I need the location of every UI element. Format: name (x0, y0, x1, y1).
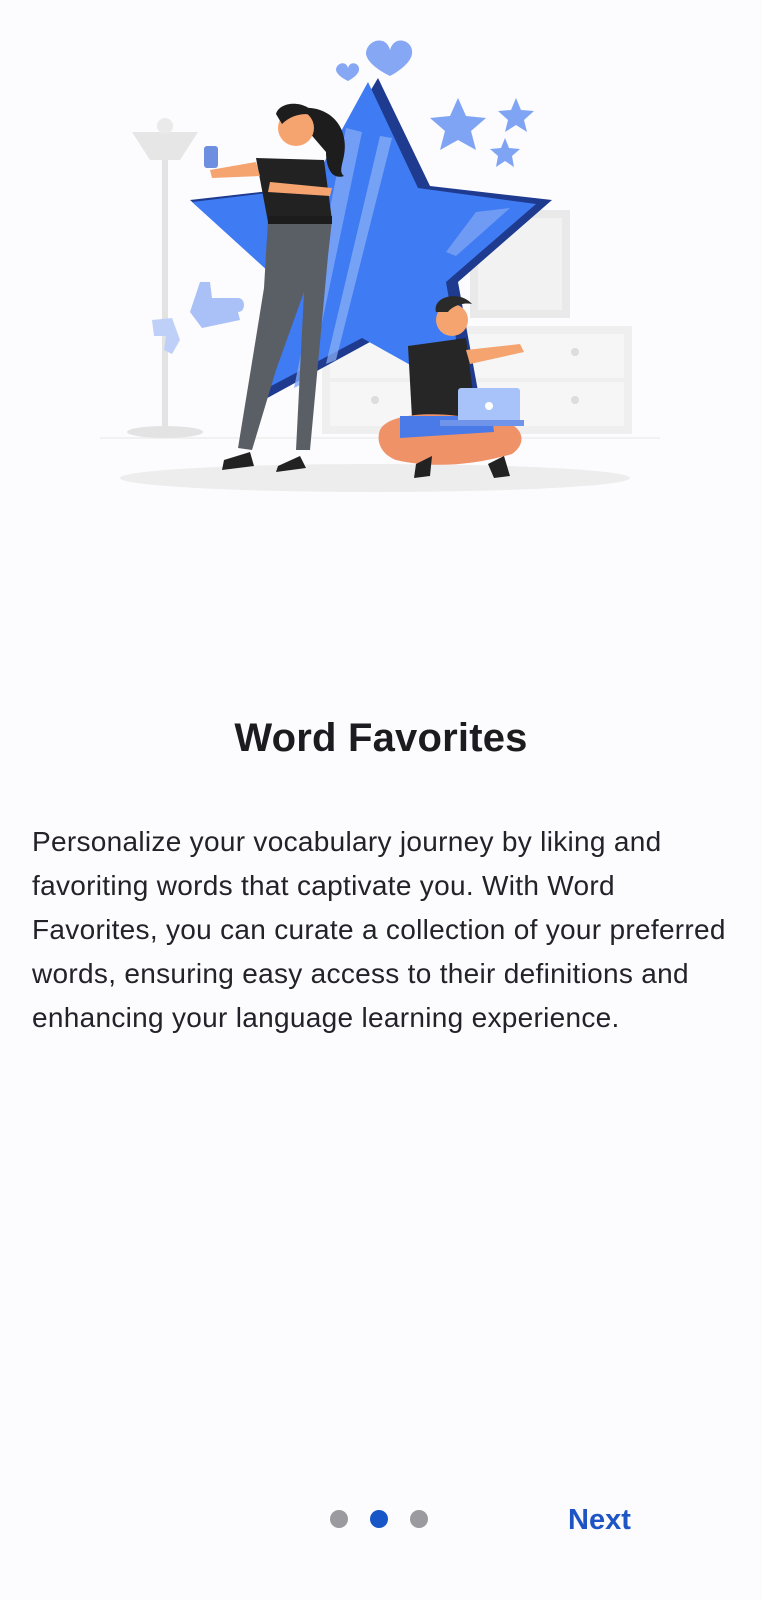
page-dot-3[interactable] (410, 1510, 428, 1528)
page-dot-2-active[interactable] (370, 1510, 388, 1528)
floor-lamp (127, 118, 203, 438)
onboarding-screen: Word Favorites Personalize your vocabula… (0, 0, 762, 1600)
small-stars-icon (430, 98, 534, 167)
page-title: Word Favorites (234, 716, 528, 760)
floor-shadow (120, 464, 630, 492)
next-button[interactable]: Next (568, 1498, 668, 1542)
page-indicator (330, 1510, 450, 1528)
favorites-illustration (100, 40, 660, 492)
page-description: Personalize your vocabulary journey by l… (32, 826, 726, 1033)
page-dot-1[interactable] (330, 1510, 348, 1528)
hearts-icon (336, 40, 413, 81)
